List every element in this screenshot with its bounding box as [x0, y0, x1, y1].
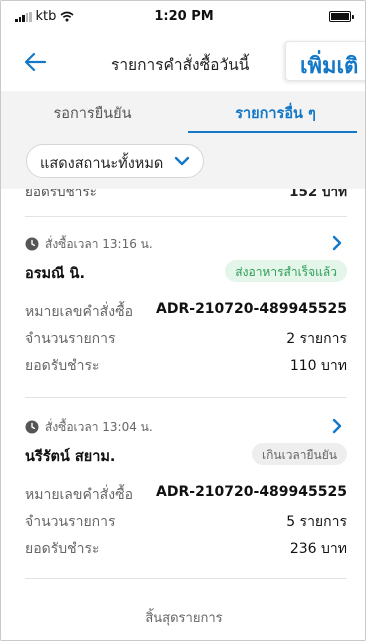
item-count-label: จำนวนรายการ: [25, 514, 116, 530]
customer-name: อรมณี นิ.: [25, 266, 85, 282]
navigation-bar: รายการคำสั่งซื้อวันนี้ เพิ่มเติ: [1, 35, 365, 91]
tab-bar: รอการยืนยัน รายการอื่น ๆ: [1, 91, 365, 133]
item-count-value: 5 รายการ: [286, 514, 347, 530]
clock-icon: [25, 420, 39, 434]
status-badge: เกินเวลายืนยัน: [252, 443, 347, 465]
order-card[interactable]: สั่งซื้อเวลา 13:04 น. นรีรัตน์ สยาม. เกิ…: [25, 418, 347, 568]
customer-name: นรีรัตน์ สยาม.: [25, 449, 116, 465]
partial-total-value: 152 บาท: [289, 189, 347, 200]
tab-other-orders[interactable]: รายการอื่น ๆ: [184, 91, 365, 133]
chevron-down-icon: [174, 156, 190, 166]
partial-total-label: ยอดรับชำระ: [25, 189, 97, 200]
payment-total-label: ยอดรับชำระ: [25, 541, 100, 557]
payment-total-row: ยอดรับชำระ 236 บาท: [25, 538, 347, 558]
payment-total-value: 236 บาท: [289, 541, 347, 557]
order-number-row: หมายเลขคำสั่งซื้อ ADR-210720-489945525: [25, 484, 347, 504]
order-time: สั่งซื้อเวลา 13:16 น.: [25, 235, 153, 253]
order-number-label: หมายเลขคำสั่งซื้อ: [25, 304, 133, 320]
item-count-row: จำนวนรายการ 2 รายการ: [25, 328, 347, 348]
end-of-list-label: สิ้นสุดรายการ: [145, 611, 223, 626]
divider: [25, 578, 347, 579]
clock-icon: [25, 237, 39, 251]
order-number-label: หมายเลขคำสั่งซื้อ: [25, 487, 133, 503]
phone-screen: ktb 1:20 PM รายการคำสั่งซื้อวันนี้ เพิ่ม…: [0, 0, 366, 641]
filter-bar: แสดงสถานะทั้งหมด: [1, 133, 365, 189]
payment-total-row: ยอดรับชำระ 110 บาท: [25, 355, 347, 375]
status-filter-label: แสดงสถานะทั้งหมด: [40, 156, 164, 172]
order-number-value: ADR-210720-489945525: [156, 484, 347, 500]
order-time-text: สั่งซื้อเวลา 13:04 น.: [45, 419, 153, 434]
item-count-row: จำนวนรายการ 5 รายการ: [25, 511, 347, 531]
item-count-label: จำนวนรายการ: [25, 331, 116, 347]
chevron-right-icon[interactable]: [329, 234, 345, 252]
battery-icon: [329, 11, 354, 22]
add-more-button[interactable]: เพิ่มเติ: [285, 41, 365, 81]
status-time: 1:20 PM: [154, 9, 214, 24]
order-number-row: หมายเลขคำสั่งซื้อ ADR-210720-489945525: [25, 301, 347, 321]
status-bar: ktb 1:20 PM: [1, 1, 365, 35]
tab-pending-confirmation[interactable]: รอการยืนยัน: [1, 91, 184, 133]
status-badge: ส่งอาหารสำเร็จแล้ว: [225, 260, 347, 282]
arrow-left-icon: [24, 52, 47, 72]
order-time: สั่งซื้อเวลา 13:04 น.: [25, 418, 153, 436]
partial-order-total-row: ยอดรับชำระ 152 บาท: [25, 189, 347, 200]
order-card[interactable]: สั่งซื้อเวลา 13:16 น. อรมณี นิ. ส่งอาหาร…: [25, 235, 347, 385]
page-title: รายการคำสั่งซื้อวันนี้: [111, 56, 250, 74]
payment-total-value: 110 บาท: [289, 358, 347, 374]
chevron-right-icon[interactable]: [329, 417, 345, 435]
divider: [25, 216, 347, 217]
order-number-value: ADR-210720-489945525: [156, 301, 347, 317]
order-list: ยอดรับชำระ 152 บาท สั่งซื้อเวลา 13:16 น.…: [1, 189, 365, 640]
item-count-value: 2 รายการ: [286, 331, 347, 347]
back-button[interactable]: [21, 47, 51, 77]
order-time-text: สั่งซื้อเวลา 13:16 น.: [45, 236, 153, 251]
divider: [25, 397, 347, 398]
payment-total-label: ยอดรับชำระ: [25, 358, 100, 374]
status-filter-dropdown[interactable]: แสดงสถานะทั้งหมด: [26, 144, 204, 178]
